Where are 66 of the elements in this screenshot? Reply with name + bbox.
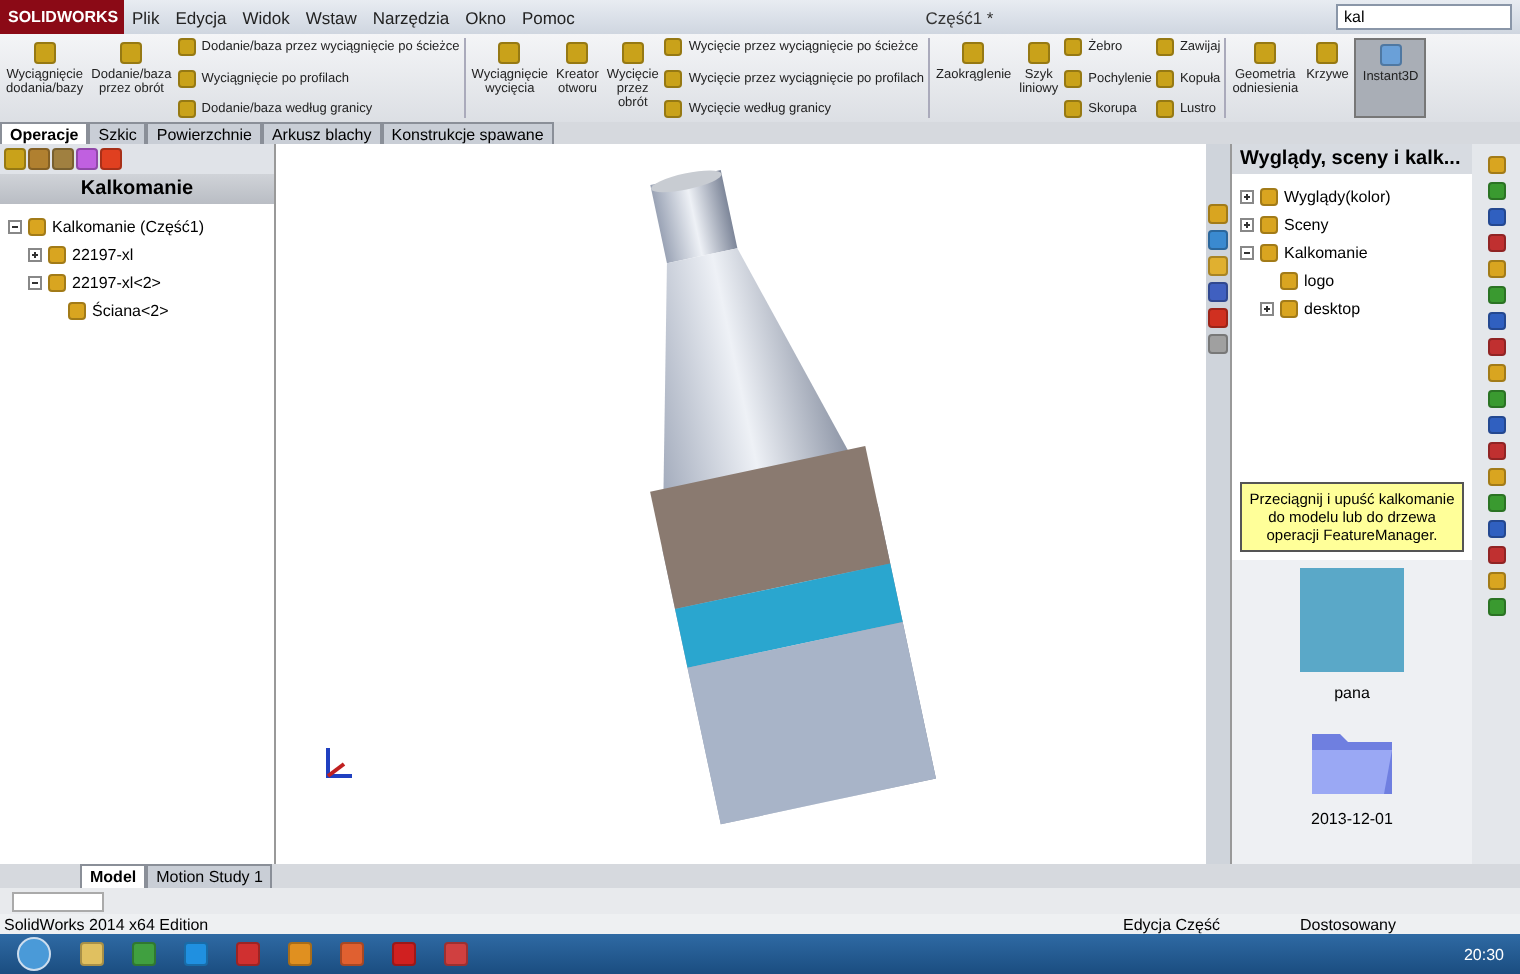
tool-icon <box>1316 42 1339 64</box>
menu-item[interactable]: Widok <box>234 7 298 27</box>
tree-item[interactable]: 22197-xl<2> <box>72 273 161 291</box>
tree-item[interactable]: Wyglądy(kolor) <box>1284 187 1391 205</box>
menu-item[interactable]: Narzędzia <box>364 7 458 27</box>
status-text: SolidWorks 2014 x64 Edition <box>4 915 209 933</box>
axis-triad-icon <box>320 744 356 784</box>
tool-icon <box>621 42 644 64</box>
expander-icon[interactable] <box>1240 245 1254 259</box>
menu-item[interactable]: Okno <box>457 7 514 27</box>
tree-item[interactable]: Kalkomanie (Część1) <box>52 217 205 235</box>
tree-item[interactable]: Ściana<2> <box>92 301 169 319</box>
status-text: Dostosowany <box>1299 915 1396 933</box>
expander-icon[interactable] <box>1240 217 1254 231</box>
expander-icon[interactable] <box>1240 189 1254 203</box>
taskbar-app-icon[interactable] <box>132 942 156 966</box>
tree-item[interactable]: Kalkomanie <box>1284 243 1368 261</box>
expander-icon[interactable] <box>28 247 42 261</box>
thumbnail-label: pana <box>1334 684 1370 702</box>
taskbar-app-icon[interactable] <box>340 942 364 966</box>
tab[interactable]: Konstrukcje spawane <box>381 122 554 144</box>
thumbnail-label: 2013-12-01 <box>1311 810 1393 828</box>
expander-icon[interactable] <box>1260 301 1274 315</box>
search-field[interactable]: kal <box>1336 4 1512 30</box>
tab[interactable]: Powierzchnie <box>146 122 262 144</box>
expander-icon[interactable] <box>8 219 22 233</box>
window-title: Część1 * <box>923 7 996 27</box>
tab[interactable]: Szkic <box>88 122 147 144</box>
taskbar-app-icon[interactable] <box>80 942 104 966</box>
tool-icon <box>1254 42 1277 64</box>
menu-item[interactable]: Wstaw <box>297 7 365 27</box>
tree-item[interactable]: Sceny <box>1284 215 1329 233</box>
menu-item[interactable]: Edycja <box>167 7 235 27</box>
tab[interactable]: Motion Study 1 <box>146 864 273 888</box>
panel-title: Kalkomanie <box>0 174 274 204</box>
tool-icon <box>566 42 589 64</box>
taskbar-app-icon[interactable] <box>444 942 468 966</box>
panel-tab-icon[interactable] <box>52 148 74 170</box>
start-button-icon[interactable] <box>16 936 52 972</box>
taskbar-app-icon[interactable] <box>184 942 208 966</box>
tool-icon <box>120 42 143 64</box>
tool-icon <box>498 42 521 64</box>
panel-tab-icon[interactable] <box>100 148 122 170</box>
tree-item[interactable]: desktop <box>1304 299 1361 317</box>
tool-icon <box>1027 42 1050 64</box>
tab[interactable]: Operacje <box>0 122 89 144</box>
panel-tab-icon[interactable] <box>4 148 26 170</box>
expander-icon[interactable] <box>28 275 42 289</box>
taskbar-app-icon[interactable] <box>392 942 416 966</box>
taskbar-app-icon[interactable] <box>236 942 260 966</box>
tree-item[interactable]: 22197-xl <box>72 245 134 263</box>
tab[interactable]: Arkusz blachy <box>261 122 382 144</box>
menu-item[interactable]: Pomoc <box>513 7 583 27</box>
tree-item[interactable]: logo <box>1304 271 1335 289</box>
tool-icon <box>962 42 985 64</box>
panel-tab-icon[interactable] <box>76 148 98 170</box>
panel-tab-icon[interactable] <box>28 148 50 170</box>
tool-icon <box>33 42 56 64</box>
tab[interactable]: Model <box>80 864 147 888</box>
pane-title: Wyglądy, sceny i kalk... <box>1232 144 1472 174</box>
dropdown-field[interactable] <box>12 891 104 911</box>
menu-item[interactable]: Plik <box>124 7 168 27</box>
clock: 20:30 <box>1463 945 1504 963</box>
app-logo: SOLIDWORKS <box>0 0 124 34</box>
taskbar-app-icon[interactable] <box>288 942 312 966</box>
status-text: Edycja Część <box>1123 915 1220 933</box>
